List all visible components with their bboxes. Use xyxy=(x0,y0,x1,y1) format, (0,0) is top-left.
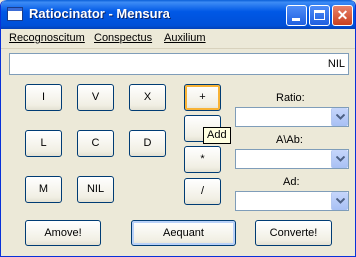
menu-bar: Recognoscitum Conspectus Auxilium xyxy=(1,30,355,48)
numeral-button-c[interactable]: C xyxy=(77,130,114,157)
add-button[interactable]: + xyxy=(184,84,221,111)
numeral-button-x[interactable]: X xyxy=(129,84,166,111)
result-display[interactable]: NIL xyxy=(9,53,349,75)
chevron-down-icon xyxy=(336,156,345,162)
ratio-label: Ratio: xyxy=(276,92,305,104)
a-ab-combobox[interactable] xyxy=(235,149,349,169)
minimize-button[interactable] xyxy=(286,5,307,26)
window-title: Ratiocinator - Mensura xyxy=(29,6,170,21)
menu-conspectus[interactable]: Conspectus xyxy=(94,32,152,44)
chevron-down-icon xyxy=(336,114,345,120)
ratio-dropdown-button[interactable] xyxy=(331,108,348,126)
numeral-button-nil[interactable]: NIL xyxy=(77,176,114,203)
menu-auxilium[interactable]: Auxilium xyxy=(164,32,206,44)
multiply-button[interactable]: * xyxy=(184,146,221,173)
numeral-button-i[interactable]: I xyxy=(25,84,62,111)
a-ab-dropdown-button[interactable] xyxy=(331,150,348,168)
numeral-button-m[interactable]: M xyxy=(25,176,62,203)
amove-button[interactable]: Amove! xyxy=(25,220,101,246)
app-window-icon[interactable] xyxy=(7,7,23,21)
add-tooltip: Add xyxy=(203,127,231,144)
close-icon: ✕ xyxy=(336,7,349,23)
aequant-button[interactable]: Aequant xyxy=(131,220,236,246)
converte-button[interactable]: Converte! xyxy=(255,220,332,246)
ad-combobox[interactable] xyxy=(235,191,349,211)
divide-button[interactable]: / xyxy=(184,178,221,205)
maximize-icon xyxy=(314,10,325,20)
minimize-icon xyxy=(292,18,300,21)
menu-recognoscitum[interactable]: Recognoscitum xyxy=(9,32,85,44)
numeral-button-v[interactable]: V xyxy=(77,84,114,111)
numeral-button-l[interactable]: L xyxy=(25,130,62,157)
title-bar[interactable]: Ratiocinator - Mensura ✕ xyxy=(1,0,355,29)
maximize-button[interactable] xyxy=(309,5,330,26)
numeral-button-d[interactable]: D xyxy=(129,130,166,157)
close-button[interactable]: ✕ xyxy=(332,5,353,26)
ratio-combobox[interactable] xyxy=(235,107,349,127)
app-window: Ratiocinator - Mensura ✕ Recognoscitum C… xyxy=(0,0,356,257)
a-ab-label: A\Ab: xyxy=(276,134,303,146)
chevron-down-icon xyxy=(336,198,345,204)
ad-label: Ad: xyxy=(283,176,300,188)
menu-divider xyxy=(1,48,355,49)
ad-dropdown-button[interactable] xyxy=(331,192,348,210)
